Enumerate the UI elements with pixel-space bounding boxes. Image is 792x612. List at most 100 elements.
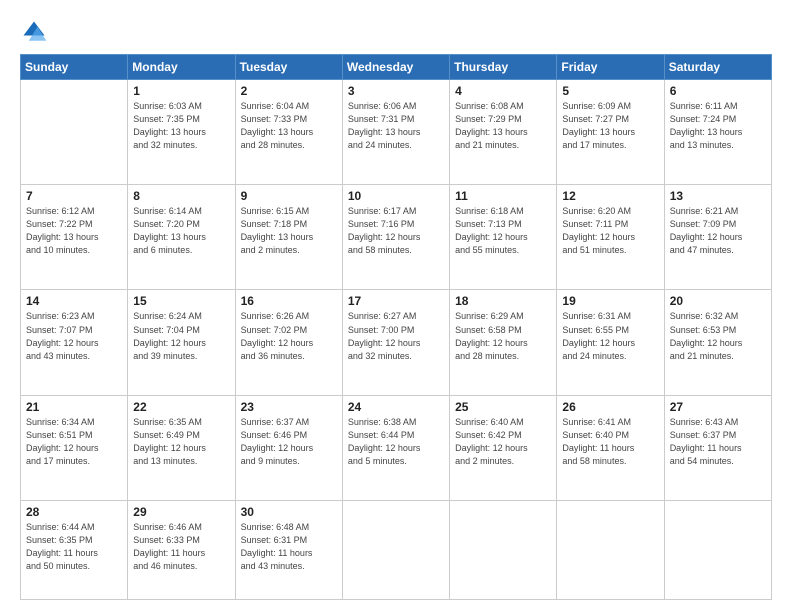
logo (20, 18, 52, 46)
day-info: Sunrise: 6:09 AMSunset: 7:27 PMDaylight:… (562, 100, 658, 152)
calendar-cell: 28Sunrise: 6:44 AMSunset: 6:35 PMDayligh… (21, 500, 128, 599)
day-number: 12 (562, 189, 658, 203)
weekday-header-saturday: Saturday (664, 55, 771, 80)
calendar-cell: 13 Sunrise: 6:21 AMSunset: 7:09 PMDayligh… (664, 185, 771, 290)
day-info: Sunrise: 6:15 AMSunset: 7:18 PMDaylight:… (241, 205, 337, 257)
weekday-header-sunday: Sunday (21, 55, 128, 80)
calendar-cell: 24 Sunrise: 6:38 AMSunset: 6:44 PMDayligh… (342, 395, 449, 500)
calendar-cell: 4 Sunrise: 6:08 AMSunset: 7:29 PMDaylight… (450, 80, 557, 185)
day-info: Sunrise: 6:27 AMSunset: 7:00 PMDaylight:… (348, 310, 444, 362)
calendar-cell: 3 Sunrise: 6:06 AMSunset: 7:31 PMDaylight… (342, 80, 449, 185)
day-number: 16 (241, 294, 337, 308)
day-number: 19 (562, 294, 658, 308)
calendar-week-5: 28Sunrise: 6:44 AMSunset: 6:35 PMDayligh… (21, 500, 772, 599)
day-info: Sunrise: 6:18 AMSunset: 7:13 PMDaylight:… (455, 205, 551, 257)
day-info: Sunrise: 6:23 AMSunset: 7:07 PMDaylight:… (26, 310, 122, 362)
day-info: Sunrise: 6:12 AMSunset: 7:22 PMDaylight:… (26, 205, 122, 257)
calendar-week-3: 14 Sunrise: 6:23 AMSunset: 7:07 PMDayligh… (21, 290, 772, 395)
calendar-cell: 30 Sunrise: 6:48 AMSunset: 6:31 PMDayligh… (235, 500, 342, 599)
calendar-cell: 12 Sunrise: 6:20 AMSunset: 7:11 PMDayligh… (557, 185, 664, 290)
day-number: 1 (133, 84, 229, 98)
day-info: Sunrise: 6:20 AMSunset: 7:11 PMDaylight:… (562, 205, 658, 257)
day-info: Sunrise: 6:38 AMSunset: 6:44 PMDaylight:… (348, 416, 444, 468)
weekday-header-tuesday: Tuesday (235, 55, 342, 80)
day-info: Sunrise: 6:31 AMSunset: 6:55 PMDaylight:… (562, 310, 658, 362)
calendar-cell: 23 Sunrise: 6:37 AMSunset: 6:46 PMDayligh… (235, 395, 342, 500)
day-info: Sunrise: 6:34 AMSunset: 6:51 PMDaylight:… (26, 416, 122, 468)
calendar-cell: 25Sunrise: 6:40 AMSunset: 6:42 PMDayligh… (450, 395, 557, 500)
day-number: 13 (670, 189, 766, 203)
day-number: 27 (670, 400, 766, 414)
day-number: 7 (26, 189, 122, 203)
header (20, 18, 772, 46)
day-number: 17 (348, 294, 444, 308)
calendar-cell: 1 Sunrise: 6:03 AMSunset: 7:35 PMDaylight… (128, 80, 235, 185)
day-number: 20 (670, 294, 766, 308)
day-number: 18 (455, 294, 551, 308)
calendar-cell: 7 Sunrise: 6:12 AMSunset: 7:22 PMDaylight… (21, 185, 128, 290)
calendar-cell: 19 Sunrise: 6:31 AMSunset: 6:55 PMDayligh… (557, 290, 664, 395)
day-info: Sunrise: 6:21 AMSunset: 7:09 PMDaylight:… (670, 205, 766, 257)
day-info: Sunrise: 6:06 AMSunset: 7:31 PMDaylight:… (348, 100, 444, 152)
day-number: 8 (133, 189, 229, 203)
day-info: Sunrise: 6:37 AMSunset: 6:46 PMDaylight:… (241, 416, 337, 468)
day-number: 23 (241, 400, 337, 414)
calendar-cell: 9Sunrise: 6:15 AMSunset: 7:18 PMDaylight… (235, 185, 342, 290)
calendar-cell: 18 Sunrise: 6:29 AMSunset: 6:58 PMDayligh… (450, 290, 557, 395)
day-number: 6 (670, 84, 766, 98)
day-info: Sunrise: 6:04 AMSunset: 7:33 PMDaylight:… (241, 100, 337, 152)
day-info: Sunrise: 6:48 AMSunset: 6:31 PMDaylight:… (241, 521, 337, 573)
day-info: Sunrise: 6:29 AMSunset: 6:58 PMDaylight:… (455, 310, 551, 362)
day-info: Sunrise: 6:41 AMSunset: 6:40 PMDaylight:… (562, 416, 658, 468)
calendar-cell: 11Sunrise: 6:18 AMSunset: 7:13 PMDayligh… (450, 185, 557, 290)
calendar-cell: 8 Sunrise: 6:14 AMSunset: 7:20 PMDaylight… (128, 185, 235, 290)
calendar-cell: 10 Sunrise: 6:17 AMSunset: 7:16 PMDayligh… (342, 185, 449, 290)
day-info: Sunrise: 6:17 AMSunset: 7:16 PMDaylight:… (348, 205, 444, 257)
day-number: 4 (455, 84, 551, 98)
calendar-cell: 21 Sunrise: 6:34 AMSunset: 6:51 PMDayligh… (21, 395, 128, 500)
weekday-header-wednesday: Wednesday (342, 55, 449, 80)
day-number: 5 (562, 84, 658, 98)
weekday-header-row: SundayMondayTuesdayWednesdayThursdayFrid… (21, 55, 772, 80)
day-number: 29 (133, 505, 229, 519)
day-info: Sunrise: 6:03 AMSunset: 7:35 PMDaylight:… (133, 100, 229, 152)
weekday-header-thursday: Thursday (450, 55, 557, 80)
weekday-header-friday: Friday (557, 55, 664, 80)
calendar-cell (21, 80, 128, 185)
weekday-header-monday: Monday (128, 55, 235, 80)
calendar-cell: 2 Sunrise: 6:04 AMSunset: 7:33 PMDaylight… (235, 80, 342, 185)
day-number: 21 (26, 400, 122, 414)
calendar-cell: 6 Sunrise: 6:11 AMSunset: 7:24 PMDaylight… (664, 80, 771, 185)
calendar-cell: 15 Sunrise: 6:24 AMSunset: 7:04 PMDayligh… (128, 290, 235, 395)
day-info: Sunrise: 6:46 AMSunset: 6:33 PMDaylight:… (133, 521, 229, 573)
day-number: 26 (562, 400, 658, 414)
page: SundayMondayTuesdayWednesdayThursdayFrid… (0, 0, 792, 612)
logo-icon (20, 18, 48, 46)
calendar-week-2: 7 Sunrise: 6:12 AMSunset: 7:22 PMDaylight… (21, 185, 772, 290)
day-info: Sunrise: 6:24 AMSunset: 7:04 PMDaylight:… (133, 310, 229, 362)
calendar-week-1: 1 Sunrise: 6:03 AMSunset: 7:35 PMDaylight… (21, 80, 772, 185)
calendar-cell: 26 Sunrise: 6:41 AMSunset: 6:40 PMDayligh… (557, 395, 664, 500)
calendar-cell: 16Sunrise: 6:26 AMSunset: 7:02 PMDayligh… (235, 290, 342, 395)
day-number: 24 (348, 400, 444, 414)
day-number: 30 (241, 505, 337, 519)
day-number: 3 (348, 84, 444, 98)
day-number: 28 (26, 505, 122, 519)
day-info: Sunrise: 6:32 AMSunset: 6:53 PMDaylight:… (670, 310, 766, 362)
day-number: 2 (241, 84, 337, 98)
calendar-cell: 27Sunrise: 6:43 AMSunset: 6:37 PMDayligh… (664, 395, 771, 500)
calendar-cell: 14 Sunrise: 6:23 AMSunset: 7:07 PMDayligh… (21, 290, 128, 395)
day-info: Sunrise: 6:11 AMSunset: 7:24 PMDaylight:… (670, 100, 766, 152)
day-info: Sunrise: 6:08 AMSunset: 7:29 PMDaylight:… (455, 100, 551, 152)
day-number: 10 (348, 189, 444, 203)
day-number: 15 (133, 294, 229, 308)
day-info: Sunrise: 6:14 AMSunset: 7:20 PMDaylight:… (133, 205, 229, 257)
calendar-cell: 20 Sunrise: 6:32 AMSunset: 6:53 PMDayligh… (664, 290, 771, 395)
day-info: Sunrise: 6:35 AMSunset: 6:49 PMDaylight:… (133, 416, 229, 468)
calendar-cell: 5 Sunrise: 6:09 AMSunset: 7:27 PMDaylight… (557, 80, 664, 185)
day-number: 22 (133, 400, 229, 414)
calendar-cell (450, 500, 557, 599)
day-number: 14 (26, 294, 122, 308)
day-number: 25 (455, 400, 551, 414)
calendar-cell (557, 500, 664, 599)
